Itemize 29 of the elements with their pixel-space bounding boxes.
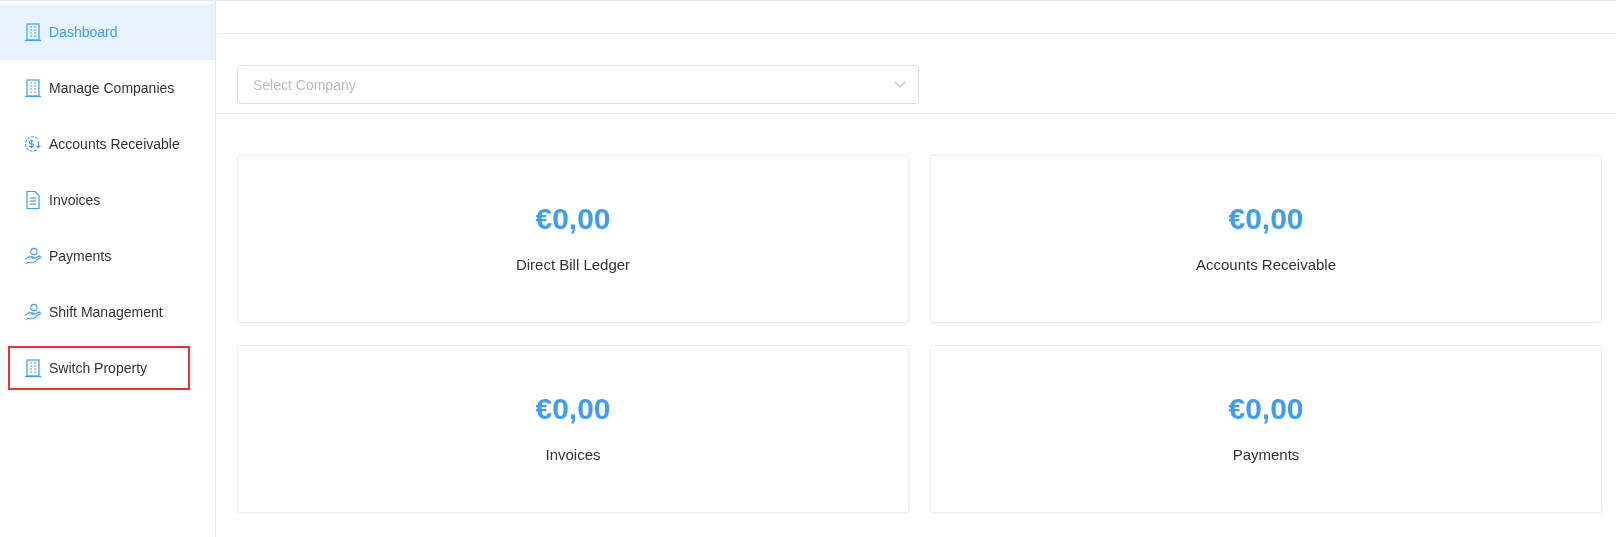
sidebar-label: Payments xyxy=(49,248,112,264)
sidebar-item[interactable]: Payments xyxy=(0,228,215,284)
chevron-down-icon xyxy=(894,80,906,89)
sidebar-item[interactable]: Switch Property xyxy=(0,340,215,396)
sidebar-label: Shift Management xyxy=(49,304,163,320)
sidebar-label: Accounts Receivable xyxy=(49,136,180,152)
dollar-icon xyxy=(24,134,42,154)
building-icon xyxy=(24,22,42,42)
card-label: Direct Bill Ledger xyxy=(515,255,631,273)
sidebar-label: Manage Companies xyxy=(49,80,175,96)
building-icon xyxy=(24,78,42,98)
building-icon xyxy=(24,358,42,378)
hand-coin-icon xyxy=(24,302,42,322)
amount-value: €0,00 xyxy=(1228,391,1304,426)
sidebar-label: Switch Property xyxy=(49,360,148,376)
document-icon xyxy=(24,190,42,210)
amount-value: €0,00 xyxy=(535,201,611,236)
sidebar-label: Dashboard xyxy=(49,24,118,40)
card-label: Invoices xyxy=(545,445,601,463)
sidebar-item[interactable]: Invoices xyxy=(0,172,215,228)
sidebar-item[interactable]: Shift Management xyxy=(0,284,215,340)
card-label: Payments xyxy=(1232,445,1300,463)
card-label: Accounts Receivable xyxy=(1195,255,1337,273)
sidebar-item[interactable]: Accounts Receivable xyxy=(0,116,215,172)
sidebar-item[interactable]: Manage Companies xyxy=(0,60,215,116)
amount-value: €0,00 xyxy=(1228,201,1304,236)
amount-value: €0,00 xyxy=(535,391,611,426)
sidebar-label: Invoices xyxy=(49,192,101,208)
hand-coin-icon xyxy=(24,246,42,266)
